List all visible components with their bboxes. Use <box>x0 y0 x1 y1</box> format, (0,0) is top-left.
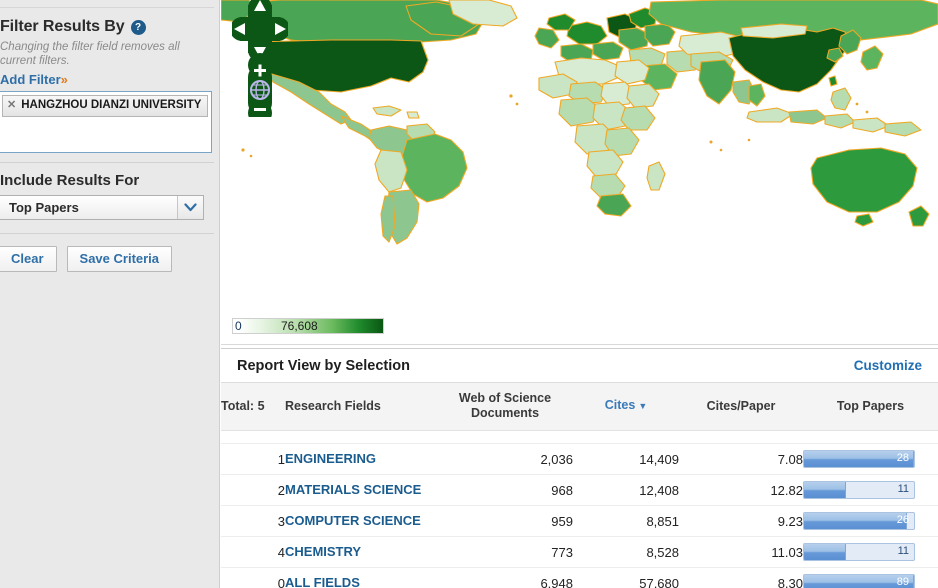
top-papers-value: 89 <box>896 576 909 588</box>
header-cites-label: Cites <box>604 398 636 412</box>
table-row[interactable]: 3 COMPUTER SCIENCE 959 8,851 9.23 26 <box>221 505 938 537</box>
filter-chip[interactable]: ✕ HANGZHOU DIANZI UNIVERSITY <box>2 95 208 117</box>
header-wos-documents[interactable]: Web of Science Documents <box>437 383 573 431</box>
app-root: Filter Results By ? Changing the filter … <box>0 0 938 588</box>
row-cites: 57,680 <box>573 567 679 588</box>
save-criteria-button[interactable]: Save Criteria <box>66 246 173 272</box>
row-rank: 1 <box>221 443 285 475</box>
legend-max-value: 76,608 <box>281 319 318 333</box>
row-top-papers-cell: 89 <box>803 567 938 588</box>
top-papers-bar: 26 <box>803 512 915 530</box>
chevron-down-icon[interactable] <box>177 196 203 219</box>
header-total: Total: 5 <box>221 383 285 431</box>
report-title: Report View by Selection <box>237 357 410 374</box>
report-table: Total: 5 Research Fields Web of Science … <box>221 383 938 588</box>
world-choropleth-map[interactable] <box>221 0 938 345</box>
world-map-panel[interactable]: 0 76,608 <box>221 0 938 345</box>
table-row[interactable]: 1 ENGINEERING 2,036 14,409 7.08 28 <box>221 443 938 475</box>
top-papers-bar: 28 <box>803 450 915 468</box>
row-top-papers-cell: 26 <box>803 505 938 537</box>
row-research-field-link[interactable]: COMPUTER SCIENCE <box>285 514 437 528</box>
filter-sidebar: Filter Results By ? Changing the filter … <box>0 0 220 588</box>
row-cites-per-paper: 11.03 <box>679 536 803 568</box>
row-research-field-link[interactable]: MATERIALS SCIENCE <box>285 483 437 497</box>
row-rank: 0 <box>221 567 285 588</box>
map-navigation-controls[interactable] <box>232 0 288 117</box>
row-wos-documents: 968 <box>437 474 573 506</box>
clear-button[interactable]: Clear <box>0 246 57 272</box>
row-cites-per-paper: 8.30 <box>679 567 803 588</box>
row-research-field[interactable]: MATERIALS SCIENCE <box>285 474 437 506</box>
top-papers-bar: 89 <box>803 574 915 588</box>
include-results-heading: Include Results For <box>0 172 140 189</box>
row-research-field[interactable]: CHEMISTRY <box>285 536 437 568</box>
table-header-row: Total: 5 Research Fields Web of Science … <box>221 383 938 431</box>
row-wos-documents: 773 <box>437 536 573 568</box>
header-research-fields[interactable]: Research Fields <box>285 383 437 431</box>
row-cites: 12,408 <box>573 474 679 506</box>
table-row[interactable]: 0 ALL FIELDS 6,948 57,680 8.30 89 <box>221 567 938 588</box>
row-research-field[interactable]: ENGINEERING <box>285 443 437 475</box>
top-papers-value: 11 <box>897 483 909 495</box>
add-filter-label: Add Filter <box>0 72 61 87</box>
row-research-field[interactable]: ALL FIELDS <box>285 567 437 588</box>
add-filter-link[interactable]: Add Filter» <box>0 71 214 91</box>
top-papers-bar: 11 <box>803 543 915 561</box>
filter-chip-label: HANGZHOU DIANZI UNIVERSITY <box>21 99 202 111</box>
row-rank: 2 <box>221 474 285 506</box>
sidebar-button-row: Clear Save Criteria <box>0 234 212 272</box>
help-question-icon[interactable]: ? <box>130 19 146 35</box>
header-cites-per-paper[interactable]: Cites/Paper <box>679 383 803 431</box>
sidebar-top-strip <box>0 0 214 8</box>
table-spacer-row <box>221 430 938 444</box>
row-top-papers-cell: 11 <box>803 536 938 568</box>
filter-results-heading: Filter Results By ? <box>0 8 214 38</box>
report-table-body: 1 ENGINEERING 2,036 14,409 7.08 28 2 MATERIALS … <box>221 430 938 588</box>
header-top-papers[interactable]: Top Papers <box>803 383 938 431</box>
report-table-head: Total: 5 Research Fields Web of Science … <box>221 383 938 431</box>
top-papers-value: 28 <box>896 452 909 464</box>
add-filter-chevron: » <box>60 72 68 87</box>
row-cites-per-paper: 9.23 <box>679 505 803 537</box>
top-papers-value: 11 <box>897 545 909 557</box>
globe-icon <box>250 80 270 100</box>
row-cites: 14,409 <box>573 443 679 475</box>
map-bottom-divider <box>221 344 938 345</box>
row-rank: 3 <box>221 505 285 537</box>
row-cites: 8,851 <box>573 505 679 537</box>
row-research-field-link[interactable]: ENGINEERING <box>285 452 437 466</box>
filter-note: Changing the filter field removes all cu… <box>0 41 180 67</box>
row-research-field-link[interactable]: ALL FIELDS <box>285 576 437 588</box>
top-papers-bar-fill <box>804 544 846 560</box>
row-wos-documents: 959 <box>437 505 573 537</box>
row-top-papers-cell: 11 <box>803 474 938 506</box>
filter-chips-box[interactable]: ✕ HANGZHOU DIANZI UNIVERSITY <box>0 91 212 153</box>
row-cites: 8,528 <box>573 536 679 568</box>
table-row[interactable]: 2 MATERIALS SCIENCE 968 12,408 12.82 11 <box>221 474 938 506</box>
table-row[interactable]: 4 CHEMISTRY 773 8,528 11.03 11 <box>221 536 938 568</box>
top-papers-bar-fill <box>804 513 908 529</box>
row-wos-documents: 6,948 <box>437 567 573 588</box>
row-cites-per-paper: 12.82 <box>679 474 803 506</box>
top-papers-bar-fill <box>804 482 846 498</box>
header-cites[interactable]: Cites ▼ <box>573 383 679 431</box>
row-wos-documents: 2,036 <box>437 443 573 475</box>
customize-link[interactable]: Customize <box>854 358 922 373</box>
row-rank: 4 <box>221 536 285 568</box>
filter-results-heading-label: Filter Results By <box>0 18 125 35</box>
sort-desc-triangle-icon: ▼ <box>638 401 648 411</box>
include-results-select[interactable]: Top Papers <box>0 195 204 220</box>
legend-min-value: 0 <box>235 319 242 333</box>
report-header: Report View by Selection Customize <box>221 349 938 383</box>
report-panel: Report View by Selection Customize Total… <box>221 348 938 588</box>
row-research-field[interactable]: COMPUTER SCIENCE <box>285 505 437 537</box>
row-research-field-link[interactable]: CHEMISTRY <box>285 545 437 559</box>
row-cites-per-paper: 7.08 <box>679 443 803 475</box>
row-top-papers-cell: 28 <box>803 443 938 475</box>
top-papers-bar: 11 <box>803 481 915 499</box>
top-papers-value: 26 <box>896 514 909 526</box>
close-x-icon[interactable]: ✕ <box>7 99 16 112</box>
include-results-selected-value: Top Papers <box>9 200 79 215</box>
